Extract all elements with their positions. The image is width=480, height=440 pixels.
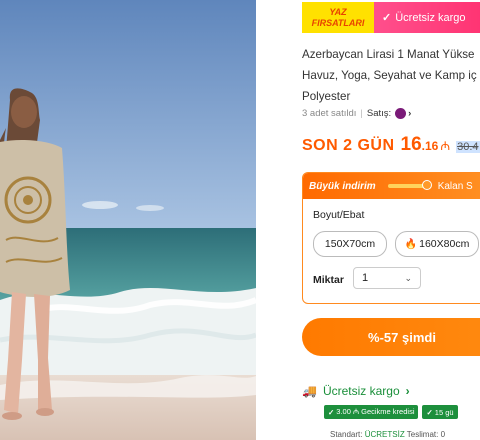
divider: | [360, 108, 363, 119]
check-icon: ✓ [382, 12, 392, 24]
price-decimal: .16 [421, 139, 439, 153]
currency-symbol: ₼ [440, 139, 451, 153]
delay-credit-label: 3.00 ₼ Gecikme kredisi [336, 407, 415, 416]
chevron-right-icon: › [405, 384, 410, 398]
check-icon: ✓ [328, 407, 335, 417]
free-shipping-badge: ✓ Ücretsiz kargo [374, 2, 480, 33]
standard-shipping-row: Standart: ÜCRETSİZ Teslimat: 0 [330, 430, 445, 439]
shipping-badges: ✓ 3.00 ₼ Gecikme kredisi ✓ 15 gü [324, 405, 462, 419]
chevron-right-icon[interactable]: › [408, 108, 411, 119]
title-line: Azerbaycan Lirasi 1 Manat Yükse [302, 48, 475, 61]
chevron-down-icon: ⌄ [404, 272, 412, 283]
remaining-label: Kalan S [437, 180, 473, 192]
standard-label: Standart: [330, 430, 363, 439]
fire-icon: 🔥 [404, 238, 418, 250]
quantity-select[interactable]: 1 ⌄ [353, 267, 421, 289]
free-shipping-link[interactable]: 🚚 Ücretsiz kargo › [302, 384, 410, 398]
free-shipping-label: Ücretsiz kargo [395, 11, 466, 24]
seller-label: Satış: [366, 108, 392, 119]
size-option-label: 150X70cm [324, 238, 376, 250]
old-price: 30.4 [456, 141, 480, 153]
big-discount-header: Büyük indirim Kalan S [303, 173, 480, 199]
yaz-label: YAZ [329, 6, 347, 17]
yaz-firsatlari-badge: YAZ FIRSATLARI [302, 2, 374, 33]
delay-credit-badge: ✓ 3.00 ₼ Gecikme kredisi [324, 405, 419, 419]
standard-value: ÜCRETSİZ [364, 430, 405, 439]
sold-and-seller-row: 3 adet satıldı | Satış: › [302, 108, 411, 119]
days-label: 15 gü [434, 407, 454, 417]
seller-avatar-icon[interactable] [395, 108, 407, 119]
price-row: SON 2 GÜN 16 .16 ₼ 30.4 [302, 134, 480, 156]
shipping-label: Ücretsiz kargo [322, 384, 400, 398]
buy-now-label: %-57 şimdi [368, 329, 436, 345]
truck-icon: 🚚 [302, 384, 317, 398]
size-option-150x70[interactable]: 150X70cm [313, 231, 387, 257]
firsatlari-label: FIRSATLARI [311, 17, 365, 28]
check-icon: ✓ [426, 407, 433, 417]
days-badge: ✓ 15 gü [422, 405, 458, 419]
size-label: Boyut/Ebat [313, 209, 365, 221]
size-option-label: 160X80cm [419, 238, 470, 250]
beach-towel-photo [0, 0, 256, 440]
purchase-panel: Büyük indirim Kalan S Boyut/Ebat 150X70c… [302, 172, 480, 304]
product-photo[interactable] [0, 0, 256, 440]
countdown-label: SON 2 GÜN [302, 137, 395, 154]
quantity-label: Miktar [313, 274, 344, 286]
sold-count: 3 adet satıldı [302, 108, 357, 119]
promo-banner[interactable]: YAZ FIRSATLARI ✓ Ücretsiz kargo [302, 2, 480, 33]
big-discount-label: Büyük indirim [309, 180, 376, 192]
slider-knob-icon [421, 180, 432, 190]
buy-now-button[interactable]: %-57 şimdi [302, 318, 480, 356]
size-option-160x80[interactable]: 🔥 160X80cm [395, 231, 479, 257]
quantity-value: 1 [362, 272, 369, 284]
price-main: 16 [400, 134, 422, 155]
delivery-label: Teslimat: 0 [406, 430, 446, 439]
product-title[interactable]: Azerbaycan Lirasi 1 Manat Yükse Havuz, Y… [302, 44, 480, 107]
product-info: YAZ FIRSATLARI ✓ Ücretsiz kargo Azerbayc… [256, 0, 480, 440]
title-line: Polyester [302, 90, 351, 103]
progress-slider [387, 180, 432, 190]
title-line: Havuz, Yoga, Seyahat ve Kamp iç [302, 69, 477, 82]
